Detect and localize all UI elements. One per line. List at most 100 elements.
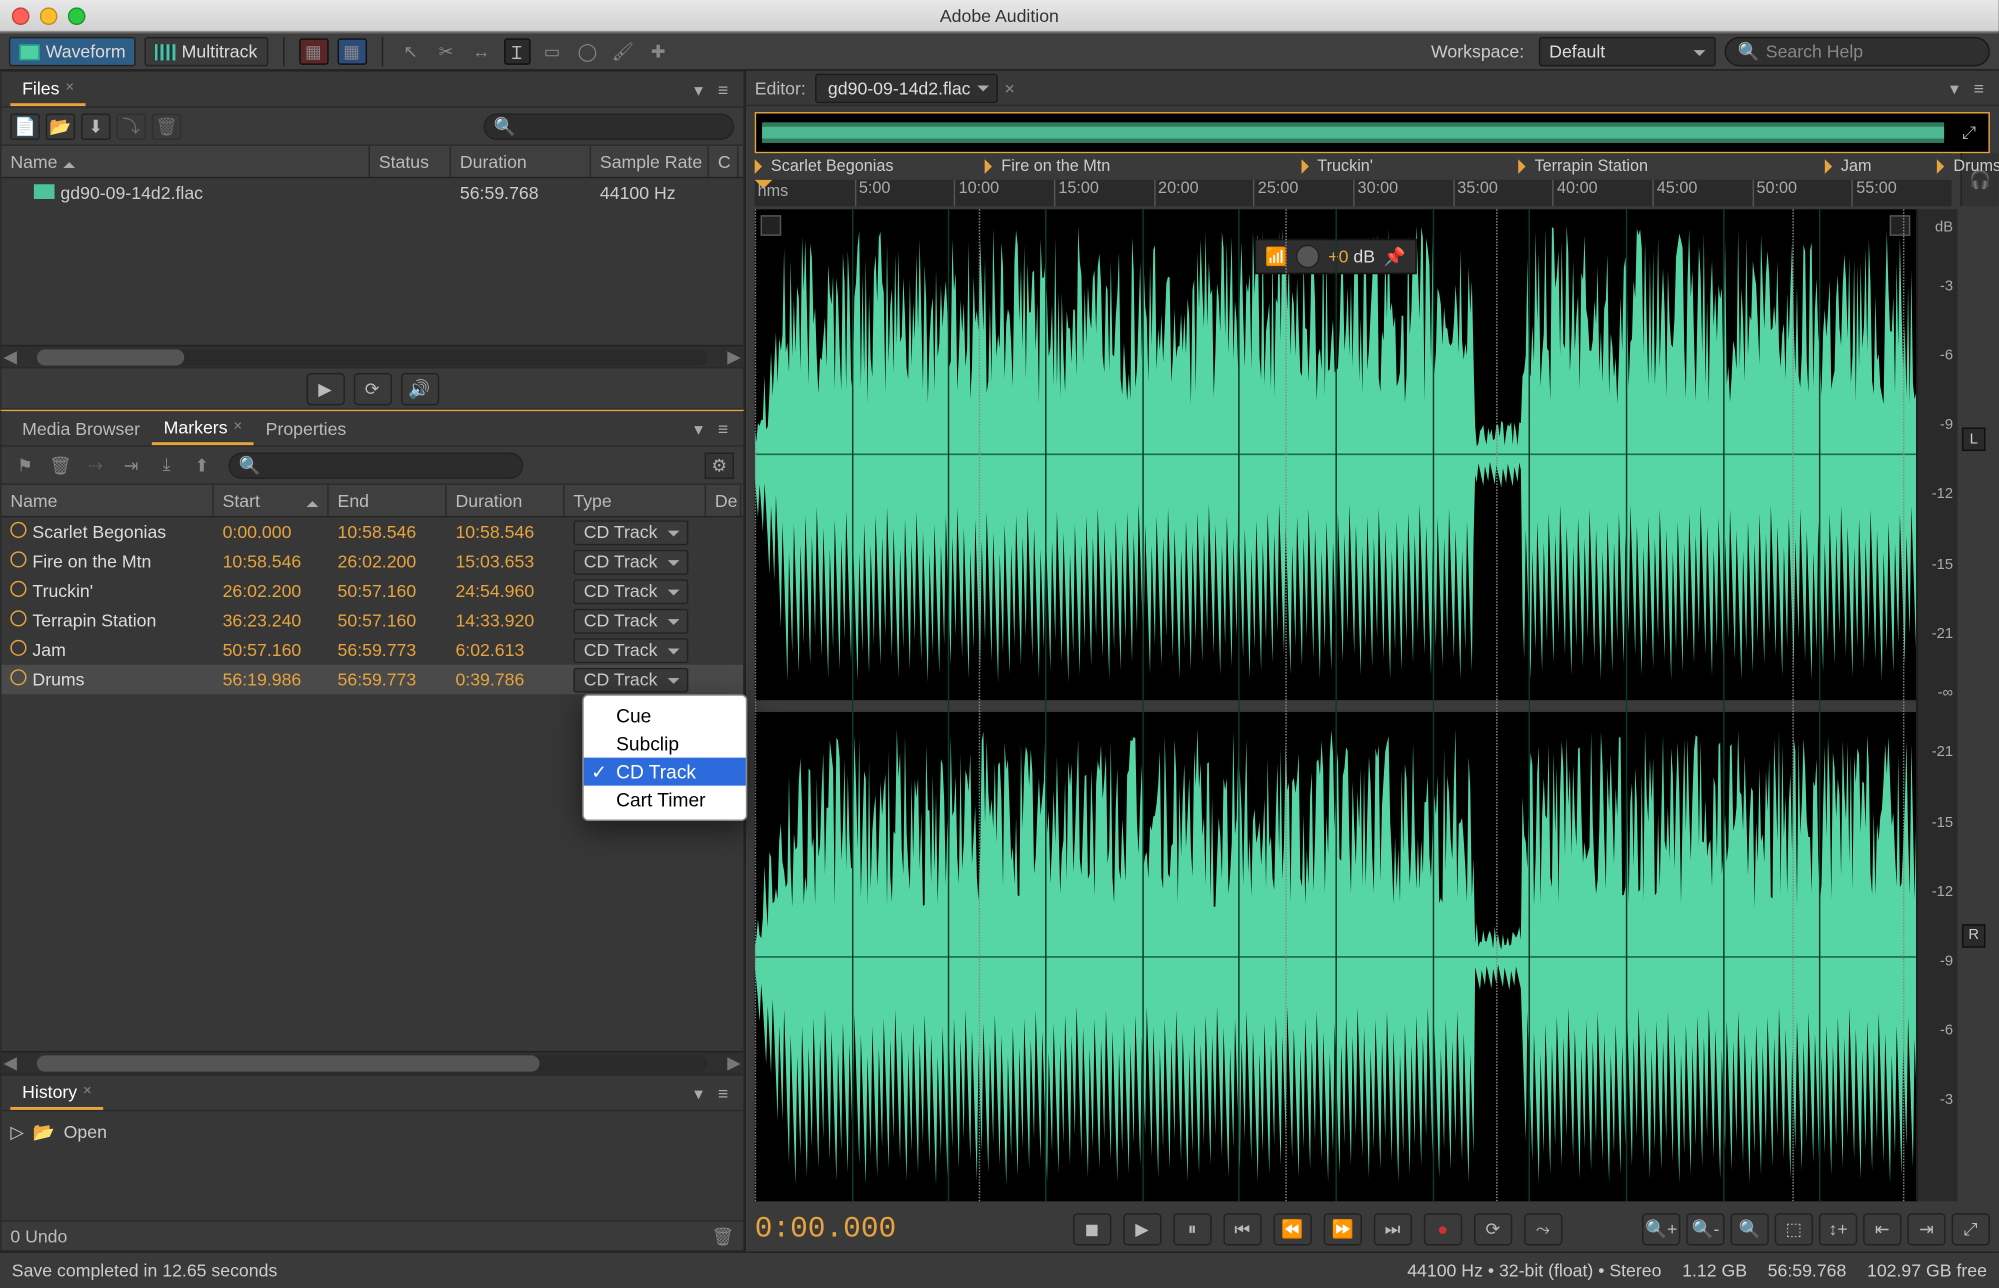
razor-tool[interactable]: ✂ — [433, 38, 460, 65]
zoom-out-point-button[interactable]: ⇥ — [1907, 1213, 1945, 1245]
brush-tool[interactable]: 🖌 — [610, 38, 637, 65]
mcol-end[interactable]: End — [329, 485, 447, 516]
markers-options-button[interactable]: ⚙ — [705, 452, 734, 479]
marker-duration[interactable]: 10:58.546 — [447, 522, 565, 543]
marker-end[interactable]: 10:58.546 — [329, 522, 447, 543]
zoom-selection-button[interactable]: ⬚ — [1775, 1213, 1813, 1245]
scrollbar-thumb[interactable] — [37, 1055, 540, 1071]
tab-history[interactable]: History× — [10, 1077, 103, 1109]
spectral-freq-button[interactable]: ▦ — [299, 38, 328, 65]
time-ruler[interactable]: hms 5:0010:0015:0020:0025:0030:0035:0040… — [755, 180, 1952, 207]
preview-autoplay-button[interactable]: 🔊 — [400, 372, 438, 404]
file-row[interactable]: gd90-09-14d2.flac 56:59.768 44100 Hz — [1, 178, 742, 207]
col-duration[interactable]: Duration — [451, 146, 591, 177]
marker-row[interactable]: Jam50:57.16056:59.7736:02.613CD Track — [1, 635, 742, 664]
mcol-type[interactable]: Type — [565, 485, 707, 516]
marquee-tool[interactable]: ▭ — [539, 38, 566, 65]
zoom-in-amp-button[interactable]: ↕+ — [1819, 1213, 1857, 1245]
marker-row[interactable]: Drums56:19.98656:59.7730:39.786CD Track — [1, 665, 742, 694]
open-file-button[interactable]: 📂 — [46, 113, 75, 140]
navigation-overview[interactable]: ⤢ — [755, 112, 1990, 153]
col-name[interactable]: Name — [1, 146, 370, 177]
zoom-in-button[interactable]: 🔍+ — [1642, 1213, 1680, 1245]
mcol-start[interactable]: Start — [214, 485, 329, 516]
marker-type-select[interactable]: CD Track — [573, 667, 688, 692]
marker-type-select[interactable]: CD Track — [573, 638, 688, 663]
marker-ruler[interactable]: Scarlet Begonias Fire on the Mtn Truckin' T… — [755, 153, 1952, 180]
menu-item-subclip[interactable]: Subclip — [584, 730, 746, 758]
editor-file-select[interactable]: gd90-09-14d2.flac — [815, 73, 999, 102]
play-button[interactable]: ▶ — [1123, 1213, 1161, 1245]
col-channels[interactable]: C — [709, 146, 738, 177]
gain-knob[interactable] — [1296, 245, 1320, 269]
time-selection-tool[interactable]: Ｉ — [503, 38, 530, 65]
amplitude-scale[interactable]: dB-3-6-9-12-15-21-∞-21-15-12-9-6-3 — [1916, 209, 1957, 1201]
fast-forward-button[interactable]: ⏩ — [1323, 1213, 1361, 1245]
menu-item-carttimer[interactable]: Cart Timer — [584, 786, 746, 814]
col-samplerate[interactable]: Sample Rate — [591, 146, 709, 177]
timeline-marker[interactable]: Truckin' — [1301, 155, 1373, 179]
panel-menu-icon[interactable] — [1944, 77, 1965, 98]
rewind-button[interactable]: ⏪ — [1273, 1213, 1311, 1245]
marker-row[interactable]: Truckin'26:02.20050:57.16024:54.960CD Tr… — [1, 576, 742, 605]
move-tool[interactable]: ↖ — [397, 38, 424, 65]
marker-start[interactable]: 26:02.200 — [214, 581, 329, 602]
files-hscrollbar[interactable]: ◀ ▶ — [1, 345, 742, 367]
channel-zoom-button[interactable]: ⤢ — [1950, 122, 1988, 144]
panel-options-icon[interactable] — [712, 1083, 734, 1104]
scroll-right-icon[interactable]: ▶ — [725, 1052, 743, 1073]
timeline-marker[interactable]: Scarlet Begonias — [755, 155, 894, 179]
record-button[interactable]: ● — [1424, 1213, 1462, 1245]
skip-selection-button[interactable]: ⤳ — [1524, 1213, 1562, 1245]
preview-play-button[interactable]: ▶ — [306, 372, 344, 404]
scroll-left-icon[interactable]: ◀ — [1, 1052, 19, 1073]
zoom-reset-button[interactable]: 🔍 — [1730, 1213, 1768, 1245]
timeline-marker[interactable]: Fire on the Mtn — [985, 155, 1110, 179]
channel-r-button[interactable]: R — [1962, 924, 1986, 948]
marker-duration[interactable]: 6:02.613 — [447, 640, 565, 661]
marker-duration[interactable]: 24:54.960 — [447, 581, 565, 602]
menu-item-cue[interactable]: Cue — [584, 702, 746, 730]
insert-to-cd-button[interactable]: ⇥ — [116, 452, 145, 479]
insert-button[interactable]: ⤵ — [116, 113, 145, 140]
marker-row[interactable]: Terrapin Station36:23.24050:57.16014:33.… — [1, 606, 742, 635]
close-icon[interactable]: × — [83, 1083, 92, 1099]
timeline-marker[interactable]: Drums — [1937, 155, 1999, 179]
delete-marker-button[interactable]: 🗑 — [46, 452, 75, 479]
new-file-button[interactable]: 📄 — [10, 113, 39, 140]
mcol-desc[interactable]: De — [706, 485, 741, 516]
marker-duration[interactable]: 15:03.653 — [447, 551, 565, 572]
mcol-duration[interactable]: Duration — [447, 485, 565, 516]
tab-files[interactable]: Files× — [10, 73, 85, 105]
mcol-name[interactable]: Name — [1, 485, 213, 516]
marker-duration[interactable]: 14:33.920 — [447, 610, 565, 631]
zoom-full-button[interactable]: ⤢ — [1952, 1213, 1990, 1245]
col-status[interactable]: Status — [370, 146, 451, 177]
close-icon[interactable]: × — [65, 80, 74, 96]
preview-loop-button[interactable]: ⟳ — [353, 372, 391, 404]
panel-options-icon[interactable] — [712, 79, 734, 100]
tab-markers[interactable]: Markers× — [152, 412, 254, 444]
menu-item-cdtrack[interactable]: ✓CD Track — [584, 758, 746, 786]
channel-l-button[interactable]: L — [1962, 428, 1986, 452]
timeline-marker[interactable]: Terrapin Station — [1518, 155, 1648, 179]
panel-menu-icon[interactable] — [688, 79, 709, 100]
insert-to-multitrack-button[interactable]: ⬆ — [187, 452, 216, 479]
corner-handle-tr[interactable] — [1890, 215, 1911, 236]
marker-row[interactable]: Scarlet Begonias0:00.00010:58.54610:58.5… — [1, 517, 742, 546]
export-audio-button[interactable]: ⤓ — [152, 452, 181, 479]
pin-button[interactable]: 📌 — [1384, 246, 1406, 267]
scroll-right-icon[interactable]: ▶ — [725, 346, 743, 367]
marker-end[interactable]: 56:59.773 — [329, 669, 447, 690]
tab-media-browser[interactable]: Media Browser — [10, 413, 152, 442]
marker-start[interactable]: 50:57.160 — [214, 640, 329, 661]
marker-start[interactable]: 0:00.000 — [214, 522, 329, 543]
marker-type-select[interactable]: CD Track — [573, 520, 688, 545]
view-multitrack-button[interactable]: Multitrack — [145, 37, 268, 66]
markers-hscrollbar[interactable]: ◀ ▶ — [1, 1051, 742, 1073]
marker-duration[interactable]: 0:39.786 — [447, 669, 565, 690]
marker-type-select[interactable]: CD Track — [573, 549, 688, 574]
timeline-marker[interactable]: Jam — [1825, 155, 1872, 179]
import-button[interactable]: ⬇ — [81, 113, 110, 140]
current-time-display[interactable]: 0:00.000 — [755, 1212, 1020, 1246]
